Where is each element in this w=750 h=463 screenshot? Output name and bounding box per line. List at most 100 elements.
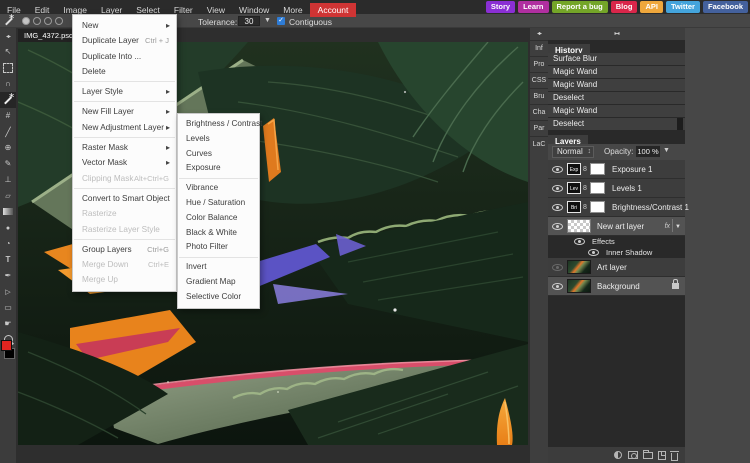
tool-move[interactable] xyxy=(0,44,16,60)
foreground-color-swatch[interactable] xyxy=(1,340,12,351)
submenu-item-color-balance[interactable]: Color Balance xyxy=(178,211,259,226)
layer-thumbnail[interactable] xyxy=(567,260,591,274)
menu-item-delete[interactable]: Delete xyxy=(73,64,176,79)
tool-blur[interactable] xyxy=(0,220,16,236)
menu-item-rasterize-layer-style[interactable]: Rasterize Layer Style xyxy=(73,222,176,237)
layer-thumbnail[interactable] xyxy=(567,279,591,293)
menu-edit[interactable]: Edit xyxy=(28,3,57,17)
visibility-eye-icon[interactable] xyxy=(574,238,585,245)
submenu-item-photo-filter[interactable]: Photo Filter xyxy=(178,240,259,255)
mode-add-selection[interactable] xyxy=(33,17,41,25)
menu-item-new[interactable]: New xyxy=(73,18,176,33)
mode-subtract-selection[interactable] xyxy=(44,17,52,25)
history-step[interactable]: Surface Blur xyxy=(548,53,685,65)
new-group-icon[interactable] xyxy=(643,452,653,459)
menu-item-convert-to-smart-object[interactable]: Convert to Smart Object xyxy=(73,191,176,206)
menu-item-new-adjustment-layer[interactable]: New Adjustment Layer xyxy=(73,120,176,135)
visibility-eye-icon[interactable] xyxy=(552,223,563,230)
panel-tab-css[interactable]: CSS xyxy=(530,72,548,88)
delete-layer-icon[interactable] xyxy=(671,453,678,461)
tool-crop[interactable] xyxy=(0,108,16,124)
mask-thumbnail[interactable] xyxy=(590,201,605,213)
add-mask-icon[interactable] xyxy=(628,451,638,459)
history-step[interactable]: Magic Wand xyxy=(548,79,685,91)
effects-group-row[interactable]: Effects xyxy=(548,236,685,247)
learn-button[interactable]: Learn xyxy=(518,1,548,13)
panel-tab-info[interactable]: Inf xyxy=(530,40,548,56)
effect-row-inner-shadow[interactable]: Inner Shadow xyxy=(548,247,685,258)
history-step[interactable]: Magic Wand xyxy=(548,66,685,78)
opacity-dropdown-icon[interactable]: ▼ xyxy=(663,147,670,154)
twitter-button[interactable]: Twitter xyxy=(666,1,700,13)
tool-hand[interactable] xyxy=(0,316,16,332)
panel-tab-properties[interactable]: Pro xyxy=(530,56,548,72)
submenu-item-brightness-contrast[interactable]: Brightness / Contrast xyxy=(178,117,259,132)
contiguous-checkbox[interactable] xyxy=(277,17,285,25)
menu-more[interactable]: More xyxy=(276,3,309,17)
submenu-item-vibrance[interactable]: Vibrance xyxy=(178,181,259,196)
tool-direct-select[interactable] xyxy=(0,284,16,300)
blog-button[interactable]: Blog xyxy=(611,1,638,13)
api-button[interactable]: API xyxy=(640,1,663,13)
tool-rectangle-shape[interactable] xyxy=(0,300,16,316)
layer-row-background[interactable]: Background xyxy=(548,277,685,296)
visibility-eye-icon[interactable] xyxy=(588,249,599,256)
tool-eyedropper[interactable] xyxy=(0,124,16,140)
tool-spot-heal[interactable] xyxy=(0,140,16,156)
menu-item-new-fill-layer[interactable]: New Fill Layer xyxy=(73,104,176,119)
submenu-item-gradient-map[interactable]: Gradient Map xyxy=(178,275,259,290)
layer-row-levels[interactable]: Lev 8 Levels 1 xyxy=(548,179,685,198)
visibility-eye-icon[interactable] xyxy=(552,166,563,173)
layer-effects-indicator[interactable]: fx▼ xyxy=(665,219,681,234)
tool-gradient[interactable] xyxy=(0,204,16,220)
mask-thumbnail[interactable] xyxy=(590,163,605,175)
submenu-item-invert[interactable]: Invert xyxy=(178,260,259,275)
visibility-eye-icon[interactable] xyxy=(552,283,563,290)
visibility-eye-icon[interactable] xyxy=(552,204,563,211)
account-button[interactable]: Account xyxy=(310,3,357,17)
tool-eraser[interactable] xyxy=(0,188,16,204)
menu-item-duplicate-into[interactable]: Duplicate Into ... xyxy=(73,49,176,64)
menu-window[interactable]: Window xyxy=(232,3,276,17)
menu-item-layer-style[interactable]: Layer Style xyxy=(73,84,176,99)
submenu-item-selective-color[interactable]: Selective Color xyxy=(178,290,259,305)
panel-tab-brush[interactable]: Bru xyxy=(530,88,548,104)
menu-item-duplicate-layer[interactable]: Duplicate LayerCtrl + J xyxy=(73,33,176,48)
menu-item-vector-mask[interactable]: Vector Mask xyxy=(73,155,176,170)
adjustment-thumbnail[interactable]: Bri xyxy=(567,201,581,213)
submenu-item-levels[interactable]: Levels xyxy=(178,132,259,147)
tool-type[interactable] xyxy=(0,252,16,268)
layer-row-brightness-contrast[interactable]: Bri 8 Brightness/Contrast 1 xyxy=(548,198,685,217)
color-swatches[interactable] xyxy=(1,340,15,360)
opacity-input[interactable]: 100 % xyxy=(636,146,660,157)
mode-intersect-selection[interactable] xyxy=(55,17,63,25)
layer-row-exposure[interactable]: Exp 8 Exposure 1 xyxy=(548,160,685,179)
submenu-item-curves[interactable]: Curves xyxy=(178,147,259,162)
history-step[interactable]: Magic Wand xyxy=(548,105,685,117)
menu-file[interactable]: File xyxy=(0,3,28,17)
toolbar-collapse-icon[interactable] xyxy=(0,28,16,44)
panel-tab-channels[interactable]: Cha xyxy=(530,104,548,120)
new-layer-icon[interactable] xyxy=(658,451,666,460)
submenu-item-exposure[interactable]: Exposure xyxy=(178,161,259,176)
panel-tab-layer-comps[interactable]: LaC xyxy=(530,136,548,152)
menu-item-clipping-mask[interactable]: Clipping MaskAlt+Ctrl+G xyxy=(73,171,176,186)
submenu-item-black-white[interactable]: Black & White xyxy=(178,226,259,241)
menu-item-merge-down[interactable]: Merge DownCtrl+E xyxy=(73,257,176,272)
history-scrollbar[interactable] xyxy=(677,118,683,130)
menu-view[interactable]: View xyxy=(200,3,232,17)
panel-tab-paragraph[interactable]: Par xyxy=(530,120,548,136)
facebook-button[interactable]: Facebook xyxy=(703,1,748,13)
layer-row-new-art-layer[interactable]: New art layer fx▼ xyxy=(548,217,685,236)
new-adjustment-layer-icon[interactable] xyxy=(614,451,622,459)
menu-item-merge-up[interactable]: Merge Up xyxy=(73,272,176,287)
menu-item-rasterize[interactable]: Rasterize xyxy=(73,206,176,221)
story-button[interactable]: Story xyxy=(486,1,515,13)
history-step[interactable]: Deselect xyxy=(548,118,685,130)
tool-clone-stamp[interactable] xyxy=(0,172,16,188)
tool-magic-wand[interactable] xyxy=(0,92,16,108)
tolerance-input[interactable]: 30 xyxy=(238,16,260,26)
adjustment-thumbnail[interactable]: Exp xyxy=(567,163,581,175)
mask-thumbnail[interactable] xyxy=(590,182,605,194)
report-a-bug-button[interactable]: Report a bug xyxy=(552,1,608,13)
